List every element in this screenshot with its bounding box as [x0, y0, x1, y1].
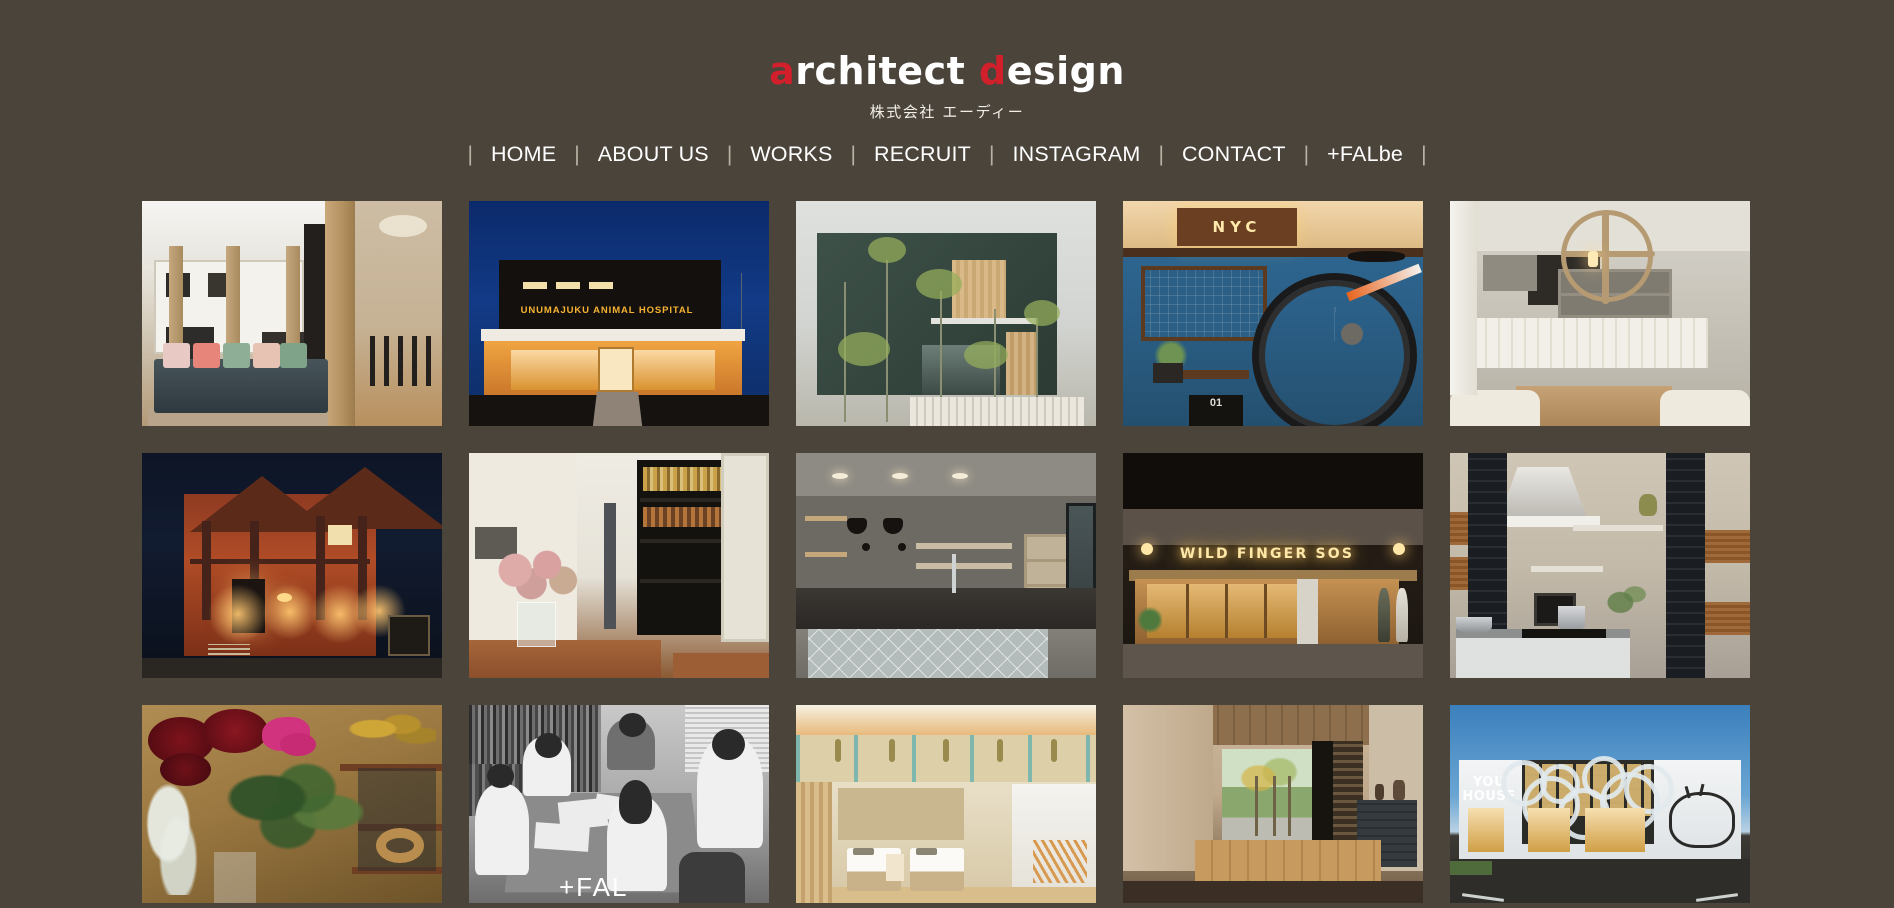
nav-item-about-us[interactable]: ABOUT US: [580, 142, 727, 167]
site-header: architect design 株式会社 エーディー | HOME | ABO…: [0, 0, 1894, 167]
thumbnail-image: [796, 453, 1096, 678]
thumbnail-image: UNUMAJUKU ANIMAL HOSPITAL: [469, 201, 769, 426]
nav-item-falbe[interactable]: +FALbe: [1309, 142, 1421, 167]
photo-caption-text: +FAL: [559, 872, 629, 902]
thumbnail-image: [796, 705, 1096, 903]
thumbnail-image: [142, 201, 442, 426]
works-gallery-grid: UNUMAJUKU ANIMAL HOSPITAL NYC 01 WILD FI…: [142, 201, 1752, 908]
gallery-item-industrial-open-kitchen[interactable]: [796, 453, 1096, 678]
nav-item-works[interactable]: WORKS: [732, 142, 850, 167]
page-root: architect design 株式会社 エーディー | HOME | ABO…: [0, 0, 1894, 908]
thumbnail-image: YOU HOUSE: [1450, 705, 1750, 903]
logo-accent-d: d: [979, 49, 1007, 93]
gallery-item-dining-room-globe-chandelier[interactable]: [1450, 201, 1750, 426]
gallery-item-team-meeting-black-and-white[interactable]: +FAL: [469, 705, 769, 903]
logo-text-architect: rchitect: [795, 49, 966, 93]
company-name: 株式会社 エーディー: [869, 103, 1025, 121]
gallery-item-hydrangea-vase-on-table[interactable]: [469, 453, 769, 678]
thumbnail-image: +FAL: [469, 705, 769, 903]
nav-item-home[interactable]: HOME: [473, 142, 574, 167]
main-navigation: | HOME | ABOUT US | WORKS | RECRUIT | IN…: [0, 142, 1894, 167]
gallery-item-unumajuku-animal-hospital-night[interactable]: UNUMAJUKU ANIMAL HOSPITAL: [469, 201, 769, 426]
logo-text-design: esign: [1006, 49, 1125, 93]
thumbnail-image: [1450, 453, 1750, 678]
nav-item-contact[interactable]: CONTACT: [1164, 142, 1304, 167]
gallery-item-tudor-style-building-night[interactable]: [142, 453, 442, 678]
gallery-item-wood-corridor-to-garden[interactable]: [1123, 705, 1423, 903]
gallery-item-florist-shop-flower-display[interactable]: [142, 705, 442, 903]
restaurant-sign-text: WILD FINGER SOS: [1179, 546, 1355, 563]
gallery-item-you-house-showroom-building[interactable]: YOU HOUSE: [1450, 705, 1750, 903]
nav-item-instagram[interactable]: INSTAGRAM: [994, 142, 1158, 167]
gallery-item-kitchen-with-black-brick-columns[interactable]: [1450, 453, 1750, 678]
nav-separator: |: [1421, 142, 1427, 166]
building-sign-text: UNUMAJUKU ANIMAL HOSPITAL: [520, 304, 694, 316]
gallery-item-japanese-style-twin-bed-room[interactable]: [796, 705, 1096, 903]
thumbnail-image: [142, 705, 442, 903]
bag-label-text: 01: [1189, 394, 1243, 426]
site-logo[interactable]: architect design: [769, 52, 1125, 90]
nav-item-recruit[interactable]: RECRUIT: [856, 142, 989, 167]
thumbnail-image: [1123, 705, 1423, 903]
logo-accent-a: a: [769, 49, 796, 93]
thumbnail-image: WILD FINGER SOS: [1123, 453, 1423, 678]
thumbnail-image: [142, 453, 442, 678]
thumbnail-image: [1450, 201, 1750, 426]
thumbnail-image: [469, 453, 769, 678]
gallery-item-modern-living-room-with-shelving[interactable]: [142, 201, 442, 426]
gallery-item-dark-green-modern-house[interactable]: [796, 201, 1096, 426]
logo-space: [965, 49, 979, 93]
gallery-item-wild-finger-sos-restaurant[interactable]: WILD FINGER SOS: [1123, 453, 1423, 678]
thumbnail-image: NYC 01: [1123, 201, 1423, 426]
gallery-item-nyc-marquee-bicycle-wall[interactable]: NYC 01: [1123, 201, 1423, 426]
marquee-sign-text: NYC: [1177, 207, 1297, 246]
thumbnail-image: [796, 201, 1096, 426]
